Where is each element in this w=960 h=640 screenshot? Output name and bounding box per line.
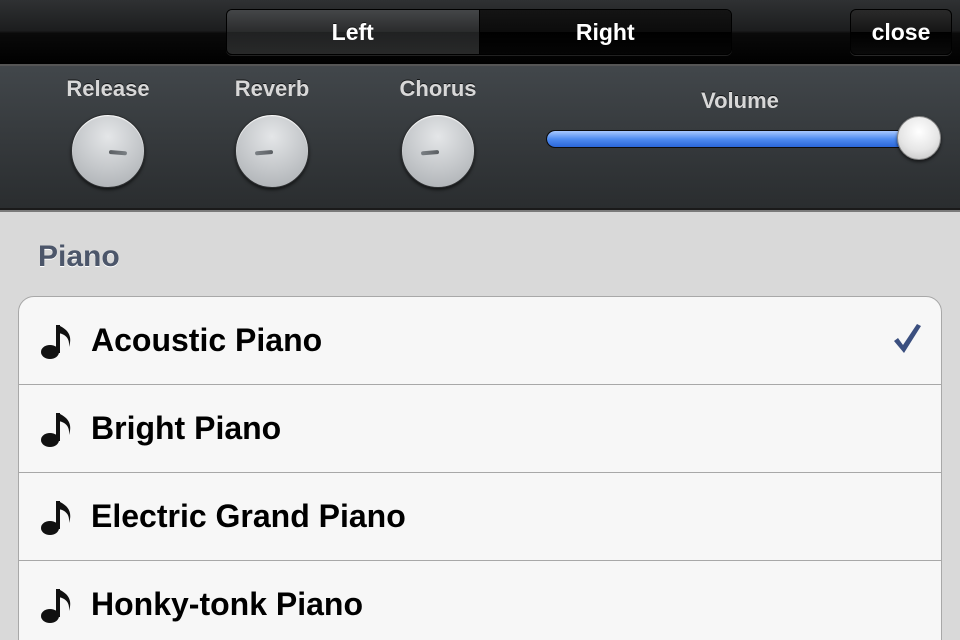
chorus-knob-indicator	[420, 150, 440, 156]
segment-left[interactable]: Left	[227, 10, 479, 54]
release-label: Release	[66, 76, 150, 101]
volume-slider-fill	[547, 131, 919, 147]
release-control: Release	[38, 76, 178, 188]
music-note-icon	[41, 500, 71, 535]
volume-label: Volume	[701, 88, 779, 113]
reverb-label: Reverb	[234, 76, 310, 101]
list-item-label: Honky-tonk Piano	[91, 586, 364, 622]
reverb-control: Reverb	[202, 76, 342, 188]
list-item[interactable]: Bright Piano	[19, 385, 941, 473]
list-item[interactable]: Electric Grand Piano	[19, 473, 941, 561]
list-item[interactable]: Honky-tonk Piano	[19, 561, 941, 640]
chorus-knob[interactable]	[401, 114, 475, 188]
list-item[interactable]: Acoustic Piano	[19, 297, 941, 385]
reverb-knob[interactable]	[235, 114, 309, 188]
hand-segmented-control: Left Right	[226, 9, 732, 55]
release-knob-indicator	[108, 150, 128, 156]
close-button[interactable]: close	[850, 9, 952, 55]
controls-panel: Release Reverb Chorus Volume	[0, 64, 960, 212]
instrument-list: Acoustic Piano Bright Piano Electric Gra…	[18, 296, 942, 640]
top-navigation-bar: Left Right close	[0, 0, 960, 64]
list-item-label: Acoustic Piano	[91, 322, 323, 358]
release-knob[interactable]	[71, 114, 145, 188]
music-note-icon	[41, 324, 71, 359]
list-item-label: Bright Piano	[91, 410, 282, 446]
music-note-icon	[41, 588, 71, 623]
reverb-knob-indicator	[254, 150, 274, 156]
volume-slider-thumb[interactable]	[897, 116, 941, 160]
list-item-label: Electric Grand Piano	[91, 498, 406, 534]
section-title: Piano	[38, 240, 120, 273]
chorus-label: Chorus	[399, 76, 477, 101]
checkmark-icon	[894, 324, 921, 353]
volume-slider[interactable]	[546, 130, 920, 148]
segment-right[interactable]: Right	[478, 10, 731, 54]
music-note-icon	[41, 412, 71, 447]
chorus-control: Chorus	[368, 76, 508, 188]
